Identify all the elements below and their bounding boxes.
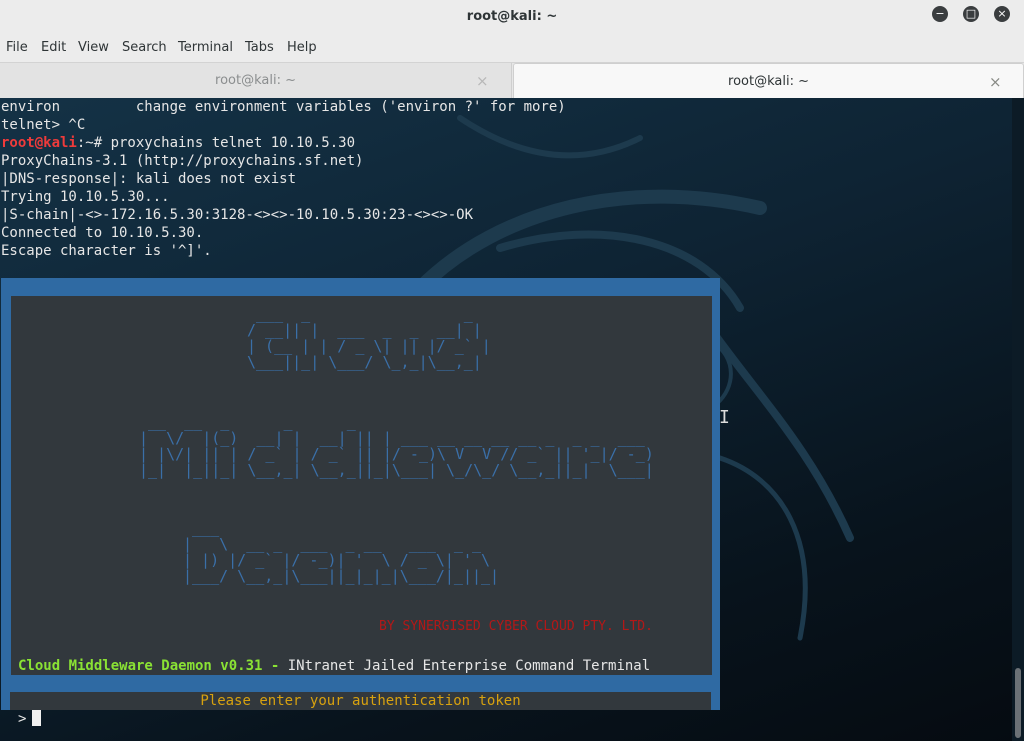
minimize-button[interactable]: − (932, 6, 948, 22)
status-line: Cloud Middleware Daemon v0.31 - INtranet… (18, 657, 650, 675)
banner-panel-inner: ___ _ _ / __|| | ___ _ _ __| | | (__ | |… (11, 296, 712, 675)
tab-terminal-1[interactable]: root@kali: ~ × (0, 63, 512, 98)
terminal-line: Escape character is '^]'. (1, 243, 212, 259)
command-line: root@kali:~# proxychains telnet 10.10.5.… (1, 134, 355, 152)
menu-search[interactable]: Search (122, 40, 167, 55)
token-input[interactable]: > (18, 710, 42, 728)
status-description: INtranet Jailed Enterprise Command Termi… (279, 658, 651, 674)
title-bar: root@kali: ~ − □ × (0, 0, 1024, 36)
window-title: root@kali: ~ (466, 9, 558, 24)
close-window-button[interactable]: × (994, 6, 1010, 22)
terminal-scrollbar[interactable] (1012, 98, 1024, 741)
status-app-name: Cloud Middleware Daemon v0.31 - (18, 658, 280, 674)
banner-panel: ___ _ _ / __|| | ___ _ _ __| | | (__ | |… (1, 278, 720, 710)
tab-close-icon[interactable]: × (989, 73, 1002, 91)
terminal-line: Connected to 10.10.5.30. (1, 225, 204, 241)
tab-label: root@kali: ~ (728, 74, 809, 89)
menu-view[interactable]: View (78, 40, 109, 55)
maximize-button[interactable]: □ (963, 6, 979, 22)
banner-company: BY SYNERGISED CYBER CLOUD PTY. LTD. (379, 619, 653, 634)
menu-edit[interactable]: Edit (41, 40, 66, 55)
tab-bar: root@kali: ~ × root@kali: ~ × (0, 62, 1024, 98)
terminal-line: Trying 10.10.5.30... (1, 189, 170, 205)
menu-terminal[interactable]: Terminal (178, 40, 233, 55)
terminal-line: environ change environment variables ('e… (1, 99, 566, 115)
terminal-view[interactable]: environ change environment variables ('e… (0, 98, 1024, 741)
banner-art-middleware: __ __ _ _ _ | \/ |(_) __| | __| || | ___… (139, 413, 654, 479)
prompt-user: root@kali (1, 135, 77, 151)
terminal-line: ProxyChains-3.1 (http://proxychains.sf.n… (1, 153, 364, 169)
terminal-line: |S-chain|-<>-172.16.5.30:3128-<><>-10.10… (1, 207, 474, 223)
banner-art-daemon: ___ | \ __ _ ___ _ __ ___ _ _ | |) |/ _`… (183, 519, 500, 585)
tab-close-icon[interactable]: × (476, 72, 489, 90)
menu-file[interactable]: File (6, 40, 28, 55)
input-prompt-symbol: > (18, 711, 27, 727)
terminal-line: telnet> ^C (1, 117, 86, 133)
menu-tabs[interactable]: Tabs (245, 40, 274, 55)
banner-art-cloud: ___ _ _ / __|| | ___ _ _ __| | | (__ | |… (247, 305, 491, 371)
menu-bar: File Edit View Search Terminal Tabs Help (0, 36, 1024, 62)
auth-prompt-text: Please enter your authentication token (200, 693, 521, 709)
prompt-command: :~# proxychains telnet 10.10.5.30 (76, 135, 356, 151)
terminal-line: |DNS-response|: kali does not exist (1, 171, 297, 187)
menu-help[interactable]: Help (287, 40, 317, 55)
text-cursor (32, 710, 42, 726)
auth-prompt-bar: Please enter your authentication token (10, 692, 711, 710)
tab-terminal-2[interactable]: root@kali: ~ × (513, 63, 1024, 98)
ibeam-cursor-icon: I (719, 407, 730, 428)
tab-label: root@kali: ~ (215, 73, 296, 88)
scrollbar-thumb[interactable] (1015, 668, 1021, 738)
